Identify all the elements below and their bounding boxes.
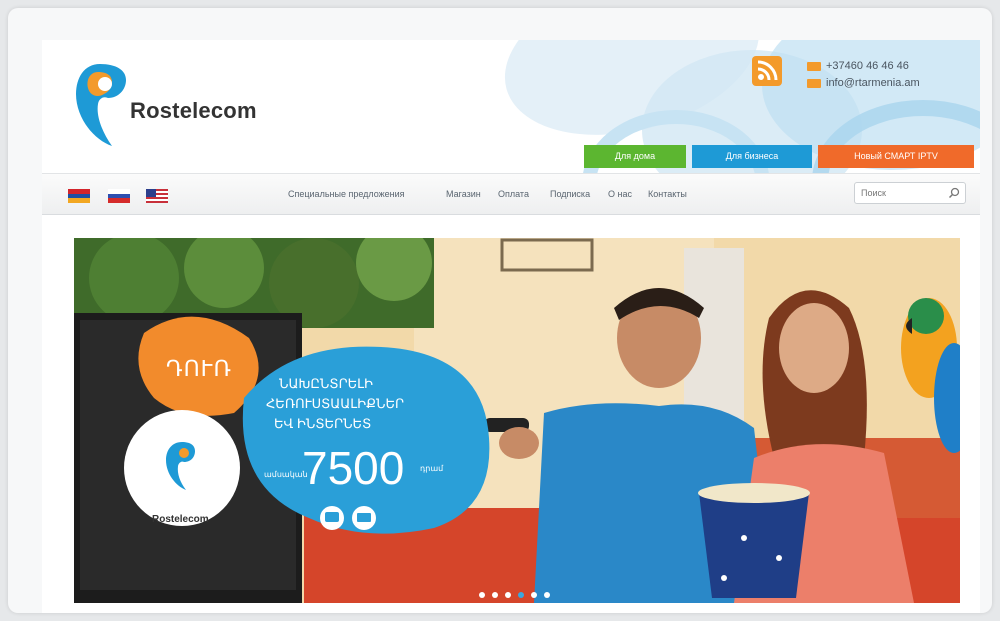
rostelecom-logo-icon <box>76 64 126 146</box>
search-icon[interactable] <box>948 187 960 199</box>
flag-usa-icon[interactable] <box>146 189 168 203</box>
phone-line: +37460 46 46 46 <box>807 60 909 72</box>
flag-armenia-icon[interactable] <box>68 189 90 203</box>
nav-item-shop[interactable]: Магазин <box>446 174 481 214</box>
slide-dot-1[interactable] <box>479 592 485 598</box>
brand-name: Rostelecom <box>130 98 257 123</box>
nav-item-payment[interactable]: Оплата <box>498 174 529 214</box>
email-line[interactable]: info@rtarmenia.am <box>807 77 920 89</box>
segment-business-button[interactable]: Для бизнеса <box>692 145 812 168</box>
slide-dot-2[interactable] <box>492 592 498 598</box>
slide-dot-4[interactable] <box>518 592 524 598</box>
nav-item-about[interactable]: О нас <box>608 174 632 214</box>
nav-item-special-offers[interactable]: Специальные предложения <box>288 174 405 214</box>
segment-smart-iptv-button[interactable]: Новый СМАРТ IPTV <box>818 145 974 168</box>
email-address[interactable]: info@rtarmenia.am <box>826 77 920 89</box>
screenshot-frame: Rostelecom +37460 46 46 46 info@rtarmeni… <box>8 8 992 613</box>
hero-banner[interactable]: ԴՈՒՌ Rostelecom ՆԱԽԸՆՏՐԵԼԻ ՀԵՌՈՒՍՏԱԱԼԻՔՆ… <box>74 238 960 603</box>
slide-dot-3[interactable] <box>505 592 511 598</box>
email-icon <box>807 78 821 88</box>
banner-badge-text: ԴՈՒՌ <box>166 356 232 381</box>
slide-dot-5[interactable] <box>531 592 537 598</box>
banner-logo-text: Rostelecom <box>152 514 209 525</box>
slider-pagination <box>479 585 557 603</box>
banner-price-suffix: դրամ <box>420 464 444 473</box>
phone-number: +37460 46 46 46 <box>826 60 909 72</box>
search-box <box>854 182 966 204</box>
nav-item-contacts[interactable]: Контакты <box>648 174 687 214</box>
nav-item-subscription[interactable]: Подписка <box>550 174 590 214</box>
segment-home-button[interactable]: Для дома <box>584 145 686 168</box>
banner-price: 7500 <box>302 442 405 494</box>
banner-headline-line-1: ՆԱԽԸՆՏՐԵԼԻ <box>279 376 374 391</box>
main-navigation: Специальные предложения Магазин Оплата П… <box>42 173 980 215</box>
banner-headline-line-3: ԵՎ ԻՆՏԵՐՆԵՏ <box>274 416 372 431</box>
webpage: Rostelecom +37460 46 46 46 info@rtarmeni… <box>42 40 980 613</box>
brand-logo[interactable]: Rostelecom <box>72 60 272 150</box>
rss-icon[interactable] <box>752 56 782 86</box>
flag-russia-icon[interactable] <box>108 189 130 203</box>
search-input[interactable] <box>855 183 941 203</box>
hero-banner-image <box>74 238 960 603</box>
banner-headline-line-2: ՀԵՌՈՒՍՏԱԱԼԻՔՆԵՐ <box>266 396 404 411</box>
slide-dot-6[interactable] <box>544 592 550 598</box>
phone-icon <box>807 61 821 71</box>
